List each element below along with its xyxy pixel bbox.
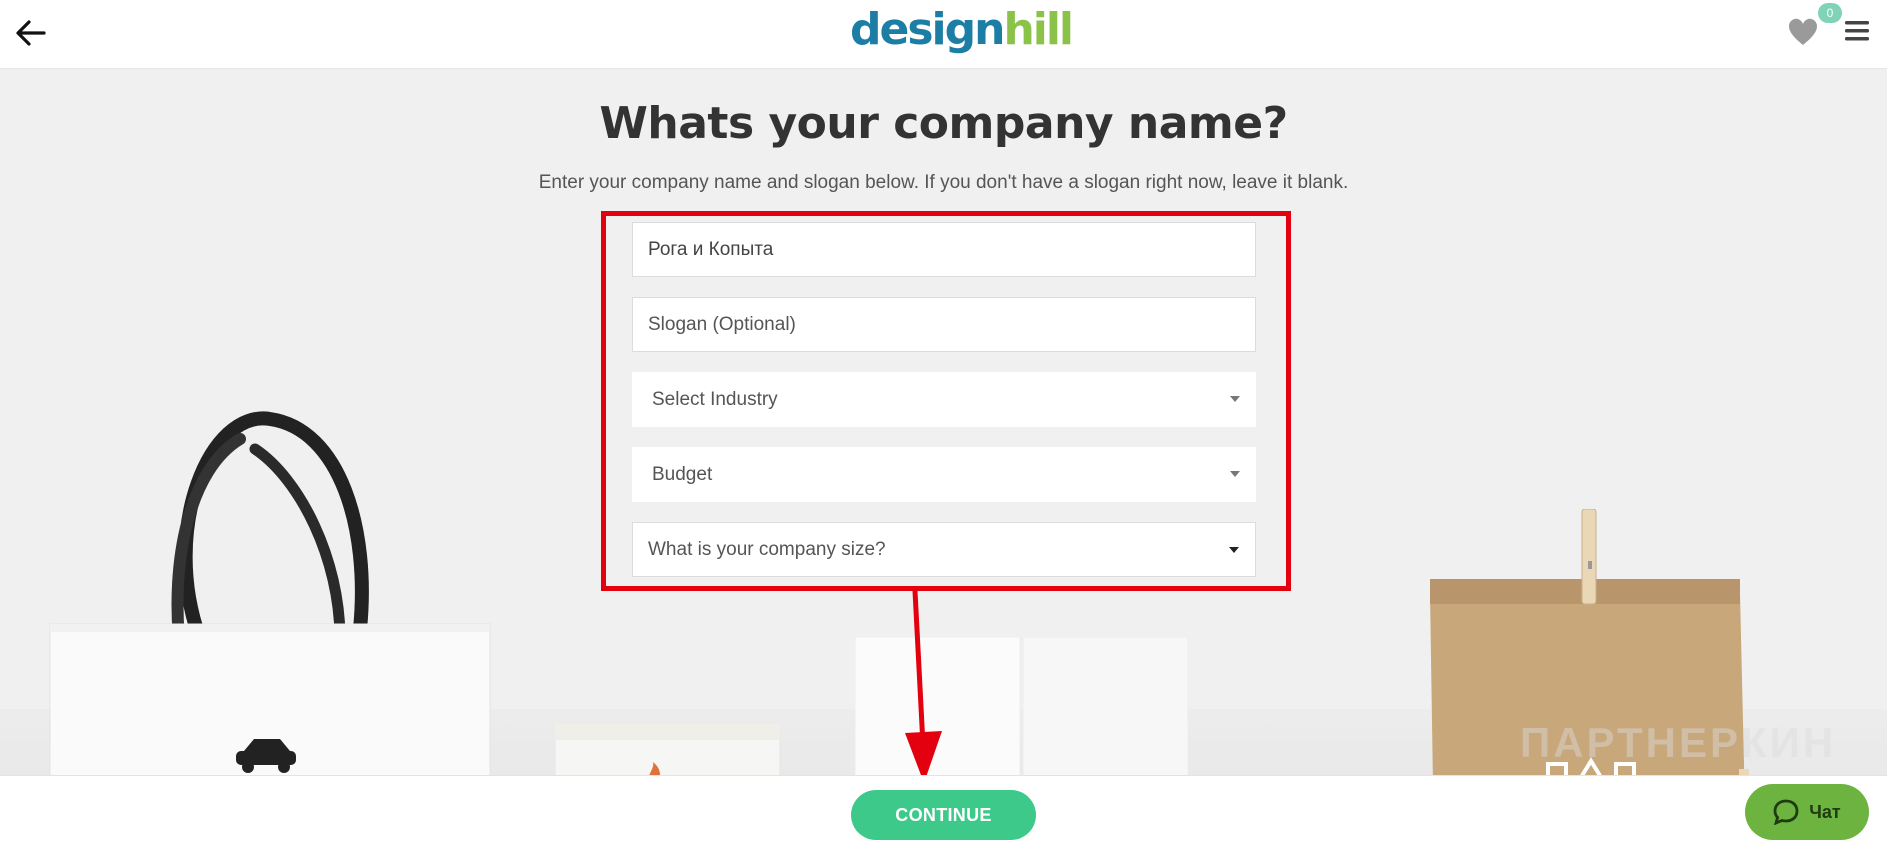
logo-text-design: design [850,4,1005,55]
continue-button[interactable]: CONTINUE [851,790,1036,840]
bottom-action-bar: CONTINUE Чат [0,775,1887,849]
industry-select-label: Select Industry [652,388,778,410]
logo-text-hill: hill [1003,4,1074,55]
annotation-arrow-icon [905,588,942,783]
top-header: design hill 0 [0,0,1887,69]
chevron-down-icon [1230,471,1240,477]
watermark-text: ПАРТНЕРКИН [1520,719,1837,766]
company-size-select[interactable]: What is your company size? [632,522,1256,577]
page-subtitle: Enter your company name and slogan below… [538,172,1349,193]
shopping-bag-illustration [49,411,491,775]
chat-bubble-icon [1773,799,1799,825]
designhill-logo[interactable]: design hill [850,2,1074,60]
back-arrow-icon[interactable] [14,16,48,50]
chevron-down-icon [1229,547,1239,553]
heart-icon[interactable] [1788,18,1818,48]
slogan-input[interactable]: Slogan (Optional) [632,297,1256,352]
company-name-input[interactable]: Рога и Копыта [632,222,1256,277]
small-box-illustration [555,724,781,775]
budget-select[interactable]: Budget [632,447,1256,502]
favorites-count-badge: 0 [1818,3,1842,23]
company-size-select-label: What is your company size? [648,538,886,560]
slogan-placeholder: Slogan (Optional) [648,313,796,335]
company-name-value: Рога и Копыта [648,238,774,260]
budget-select-label: Budget [652,463,713,485]
chevron-down-icon [1230,396,1240,402]
chat-label: Чат [1809,801,1841,822]
hamburger-menu-icon[interactable] [1845,20,1869,42]
chat-button[interactable]: Чат [1745,784,1869,840]
page-title: Whats your company name? [599,98,1288,149]
industry-select[interactable]: Select Industry [632,372,1256,427]
